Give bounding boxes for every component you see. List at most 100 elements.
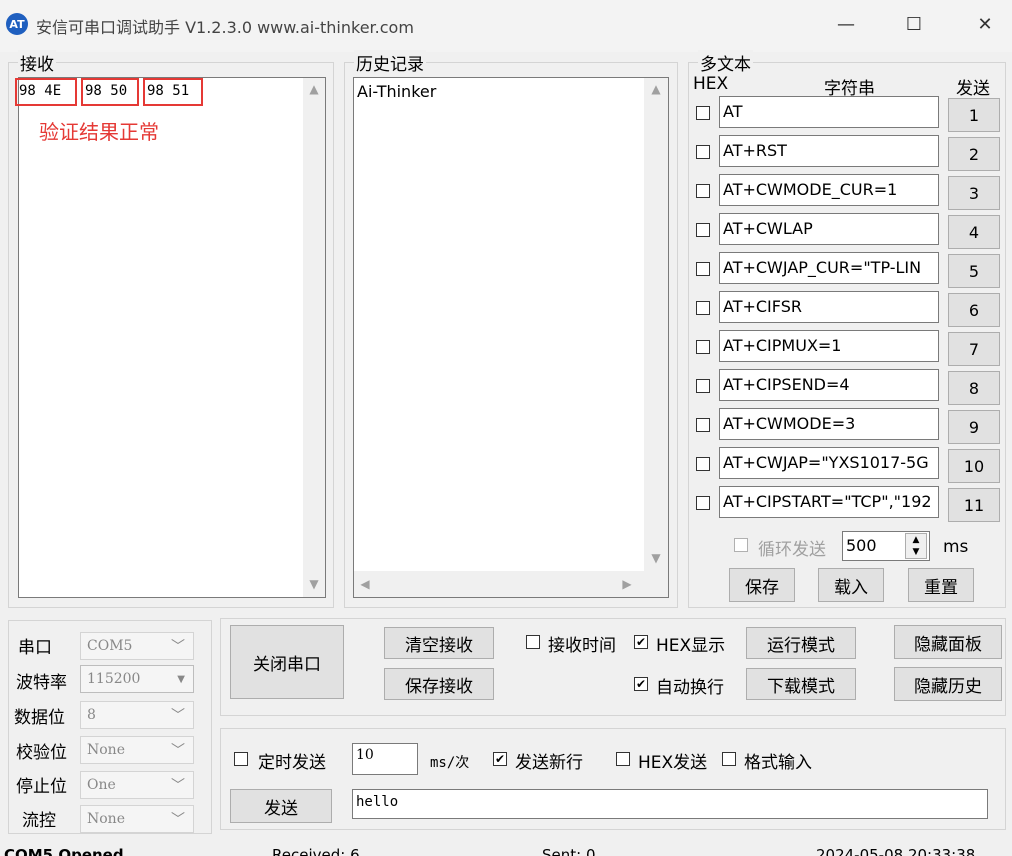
scroll-right-icon[interactable]: ▶ bbox=[618, 577, 636, 591]
stopbits-value: One bbox=[87, 777, 116, 793]
checkmark-icon: ✔ bbox=[635, 635, 647, 649]
status-port: COM5 Opened bbox=[4, 846, 124, 856]
save-button[interactable]: 保存 bbox=[729, 568, 795, 602]
send-row-button[interactable]: 6 bbox=[948, 293, 1000, 327]
command-string-input[interactable]: AT+RST bbox=[719, 135, 939, 167]
baud-value: 115200 bbox=[87, 671, 141, 687]
hex-row-checkbox[interactable] bbox=[696, 418, 710, 432]
history-vscrollbar[interactable]: ▲ ▼ bbox=[644, 78, 668, 571]
flowcontrol-select[interactable]: None ﹀ bbox=[80, 805, 194, 833]
send-text-value: hello bbox=[356, 794, 399, 810]
received-byte: 98 51 bbox=[143, 78, 203, 106]
receive-scrollbar[interactable]: ▲ ▼ bbox=[303, 78, 325, 597]
clear-receive-button[interactable]: 清空接收 bbox=[384, 627, 494, 659]
status-bar: COM5 Opened Received: 6 Sent: 0 2024-05-… bbox=[0, 844, 1012, 856]
scroll-down-icon[interactable]: ▼ bbox=[647, 551, 665, 565]
send-newline-checkbox[interactable]: ✔ bbox=[493, 752, 507, 766]
command-string-input[interactable]: AT+CIPSEND=4 bbox=[719, 369, 939, 401]
command-string-input[interactable]: AT+CWMODE_CUR=1 bbox=[719, 174, 939, 206]
checkmark-icon: ✔ bbox=[635, 677, 647, 691]
send-row-button[interactable]: 4 bbox=[948, 215, 1000, 249]
command-string-input[interactable]: AT+CWJAP="YXS1017-5G bbox=[719, 447, 939, 479]
history-list[interactable]: Ai-Thinker ▲ ▼ ◀ ▶ bbox=[353, 77, 669, 598]
hex-send-label: HEX发送 bbox=[638, 753, 708, 773]
maximize-button[interactable]: ☐ bbox=[894, 10, 934, 38]
hex-send-checkbox[interactable] bbox=[616, 752, 630, 766]
history-item[interactable]: Ai-Thinker bbox=[357, 82, 436, 101]
scroll-up-icon[interactable]: ▲ bbox=[305, 82, 323, 96]
port-select[interactable]: COM5 ﹀ bbox=[80, 632, 194, 660]
history-label: 历史记录 bbox=[354, 50, 426, 75]
close-button[interactable]: ✕ bbox=[965, 10, 1005, 38]
download-mode-button[interactable]: 下载模式 bbox=[746, 668, 856, 700]
run-mode-button[interactable]: 运行模式 bbox=[746, 627, 856, 659]
reset-button[interactable]: 重置 bbox=[908, 568, 974, 602]
baud-select[interactable]: 115200 ▼ bbox=[80, 665, 194, 693]
loop-send-checkbox[interactable] bbox=[734, 538, 748, 552]
load-button[interactable]: 载入 bbox=[818, 568, 884, 602]
port-value: COM5 bbox=[87, 638, 133, 654]
hex-row-checkbox[interactable] bbox=[696, 496, 710, 510]
send-row-button[interactable]: 7 bbox=[948, 332, 1000, 366]
hex-row-checkbox[interactable] bbox=[696, 457, 710, 471]
history-hscrollbar[interactable]: ◀ ▶ bbox=[354, 571, 668, 597]
hex-row-checkbox[interactable] bbox=[696, 379, 710, 393]
scroll-down-icon[interactable]: ▼ bbox=[305, 577, 323, 591]
databits-value: 8 bbox=[87, 707, 96, 723]
hex-row-checkbox[interactable] bbox=[696, 340, 710, 354]
databits-select[interactable]: 8 ﹀ bbox=[80, 701, 194, 729]
interval-unit: ms/次 bbox=[430, 755, 470, 771]
command-string-input[interactable]: AT+CWLAP bbox=[719, 213, 939, 245]
send-row-button[interactable]: 10 bbox=[948, 449, 1000, 483]
window-title: 安信可串口调试助手 V1.2.3.0 www.ai-thinker.com bbox=[36, 18, 414, 37]
command-string-input[interactable]: AT+CIPMUX=1 bbox=[719, 330, 939, 362]
scroll-up-icon[interactable]: ▲ bbox=[647, 82, 665, 96]
send-row-button[interactable]: 11 bbox=[948, 488, 1000, 522]
hex-row-checkbox[interactable] bbox=[696, 301, 710, 315]
timed-send-checkbox[interactable] bbox=[234, 752, 248, 766]
hide-history-button[interactable]: 隐藏历史 bbox=[894, 667, 1002, 701]
send-row-button[interactable]: 8 bbox=[948, 371, 1000, 405]
stopbits-select[interactable]: One ﹀ bbox=[80, 771, 194, 799]
spinner-arrows-icon[interactable]: ▲ ▼ bbox=[905, 533, 927, 559]
hex-row-checkbox[interactable] bbox=[696, 223, 710, 237]
send-row-button[interactable]: 9 bbox=[948, 410, 1000, 444]
minimize-button[interactable]: — bbox=[826, 10, 866, 38]
command-string-input[interactable]: AT+CWJAP_CUR="TP-LIN bbox=[719, 252, 939, 284]
receive-time-checkbox[interactable] bbox=[526, 635, 540, 649]
parity-value: None bbox=[87, 742, 125, 758]
hex-row-checkbox[interactable] bbox=[696, 145, 710, 159]
send-text-input[interactable]: hello bbox=[352, 789, 988, 819]
hex-row-checkbox[interactable] bbox=[696, 184, 710, 198]
command-string-input[interactable]: AT+CIFSR bbox=[719, 291, 939, 323]
send-newline-label: 发送新行 bbox=[515, 753, 583, 773]
hex-column-header: HEX bbox=[693, 74, 729, 94]
hide-panel-button[interactable]: 隐藏面板 bbox=[894, 625, 1002, 659]
save-receive-button[interactable]: 保存接收 bbox=[384, 668, 494, 700]
command-string-input[interactable]: AT+CIPSTART="TCP","192 bbox=[719, 486, 939, 518]
chevron-down-icon: ﹀ bbox=[171, 639, 185, 655]
auto-wrap-checkbox[interactable]: ✔ bbox=[634, 677, 648, 691]
command-string-input[interactable]: AT bbox=[719, 96, 939, 128]
send-row-button[interactable]: 5 bbox=[948, 254, 1000, 288]
scroll-left-icon[interactable]: ◀ bbox=[356, 577, 374, 591]
send-row-button[interactable]: 2 bbox=[948, 137, 1000, 171]
receive-textarea[interactable]: 98 4E 98 50 98 51 验证结果正常 ▲ ▼ bbox=[15, 77, 326, 598]
hex-display-checkbox[interactable]: ✔ bbox=[634, 635, 648, 649]
flowcontrol-label: 流控 bbox=[22, 811, 56, 831]
parity-select[interactable]: None ﹀ bbox=[80, 736, 194, 764]
hex-row-checkbox[interactable] bbox=[696, 106, 710, 120]
close-port-button[interactable]: 关闭串口 bbox=[230, 625, 344, 699]
format-input-checkbox[interactable] bbox=[722, 752, 736, 766]
multitext-label: 多文本 bbox=[698, 50, 753, 75]
command-string-input[interactable]: AT+CWMODE=3 bbox=[719, 408, 939, 440]
parity-label: 校验位 bbox=[16, 743, 67, 763]
send-button[interactable]: 发送 bbox=[230, 789, 332, 823]
interval-input[interactable]: 10 bbox=[352, 743, 418, 775]
port-label: 串口 bbox=[18, 638, 52, 658]
send-row-button[interactable]: 3 bbox=[948, 176, 1000, 210]
loop-interval-spinner[interactable]: 500 ▲ ▼ bbox=[842, 531, 930, 561]
hex-row-checkbox[interactable] bbox=[696, 262, 710, 276]
baud-label: 波特率 bbox=[16, 673, 67, 693]
send-row-button[interactable]: 1 bbox=[948, 98, 1000, 132]
